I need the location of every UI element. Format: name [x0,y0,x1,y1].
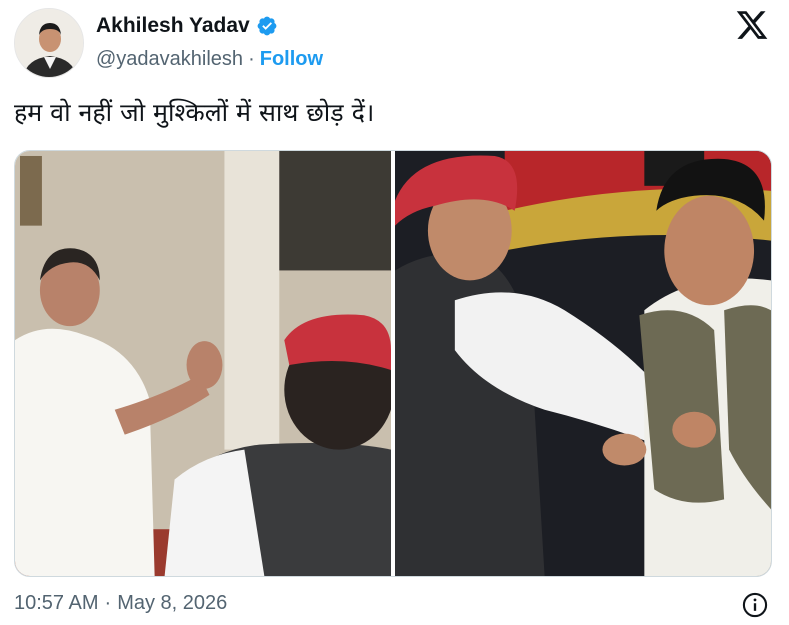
x-logo-icon[interactable] [735,8,769,42]
author-name-row: Akhilesh Yadav [96,14,278,38]
photo-2[interactable] [395,151,771,576]
tweet-card: Akhilesh Yadav @yadavakhilesh · Follow ह… [0,0,789,625]
handle[interactable]: @yadavakhilesh [96,48,243,71]
avatar-image [15,9,83,77]
timestamp-separator: · [104,592,112,614]
media-grid [14,150,772,577]
photo-1[interactable] [15,151,391,576]
info-icon[interactable] [741,591,769,619]
display-name[interactable]: Akhilesh Yadav [96,14,250,38]
tweet-text: हम वो नहीं जो मुश्किलों में साथ छोड़ दें… [14,98,375,127]
handle-row: @yadavakhilesh · Follow [96,48,323,71]
photo-2-image [395,151,771,576]
avatar[interactable] [14,8,84,78]
verified-badge-icon [256,15,278,37]
timestamp: 10:57 AM · May 8, 2026 [14,592,227,615]
follow-button[interactable]: Follow [260,48,323,71]
photo-1-image [15,151,391,576]
time-link[interactable]: 10:57 AM [14,592,99,615]
date-link[interactable]: May 8, 2026 [117,592,227,615]
separator-dot: · [248,48,255,70]
